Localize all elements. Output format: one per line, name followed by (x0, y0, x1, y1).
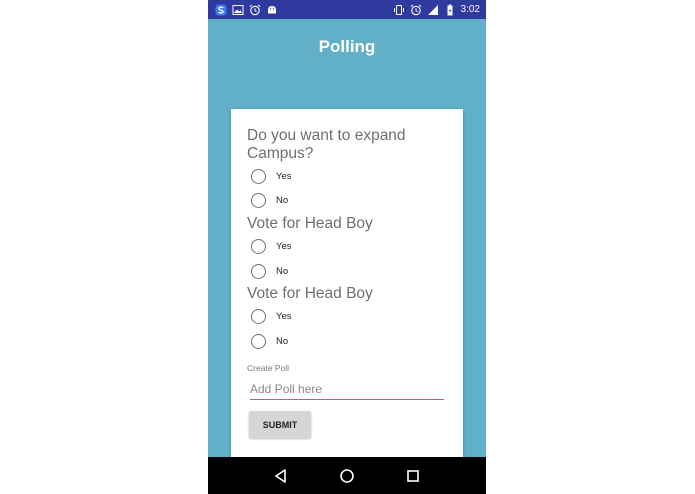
alarm-icon (410, 4, 422, 16)
option-label: Yes (276, 240, 292, 252)
alarm-icon (249, 4, 261, 16)
status-right-icons: 3:02 (393, 4, 480, 16)
option-label: Yes (276, 170, 292, 182)
vibrate-icon (393, 4, 405, 16)
status-bar: 3:02 (208, 0, 486, 19)
poll-question-1: Do you want to expand Campus? (247, 127, 406, 162)
poll-question-3: Vote for Head Boy (247, 285, 373, 302)
image-icon (232, 4, 244, 16)
home-icon[interactable] (337, 466, 357, 486)
option-label: No (276, 335, 289, 347)
status-left-icons (215, 4, 278, 16)
submit-button[interactable]: SUBMIT (249, 411, 311, 438)
poll-2-option-no[interactable]: No (251, 261, 288, 281)
poll-3-option-yes[interactable]: Yes (251, 306, 292, 326)
android-icon (266, 4, 278, 16)
back-icon[interactable] (271, 466, 291, 486)
poll-2-option-yes[interactable]: Yes (251, 236, 292, 256)
app-title: Polling (318, 37, 376, 56)
poll-1-option-yes[interactable]: Yes (251, 166, 292, 186)
status-time: 3:02 (460, 4, 480, 15)
battery-icon (444, 4, 456, 16)
phone-screen: 3:02 Polling Do you want to expand Campu… (208, 0, 486, 494)
poll-card: Do you want to expand Campus? Yes No Vot… (231, 109, 463, 469)
recents-icon[interactable] (403, 466, 423, 486)
poll-1-option-no[interactable]: No (251, 190, 288, 210)
signal-icon (427, 4, 439, 16)
radio-button[interactable] (251, 263, 266, 279)
radio-button[interactable] (251, 333, 266, 349)
create-poll-label: Create Poll (247, 363, 290, 373)
poll-question-2: Vote for Head Boy (247, 215, 373, 232)
option-label: No (276, 265, 289, 277)
radio-button[interactable] (251, 192, 266, 208)
navigation-bar (208, 457, 486, 494)
radio-button[interactable] (251, 168, 266, 184)
poll-3-option-no[interactable]: No (251, 331, 288, 351)
add-poll-input[interactable] (250, 380, 444, 400)
radio-button[interactable] (251, 308, 266, 324)
radio-button[interactable] (251, 238, 266, 254)
s-app-icon (215, 4, 227, 16)
option-label: No (276, 194, 289, 206)
option-label: Yes (276, 310, 292, 322)
